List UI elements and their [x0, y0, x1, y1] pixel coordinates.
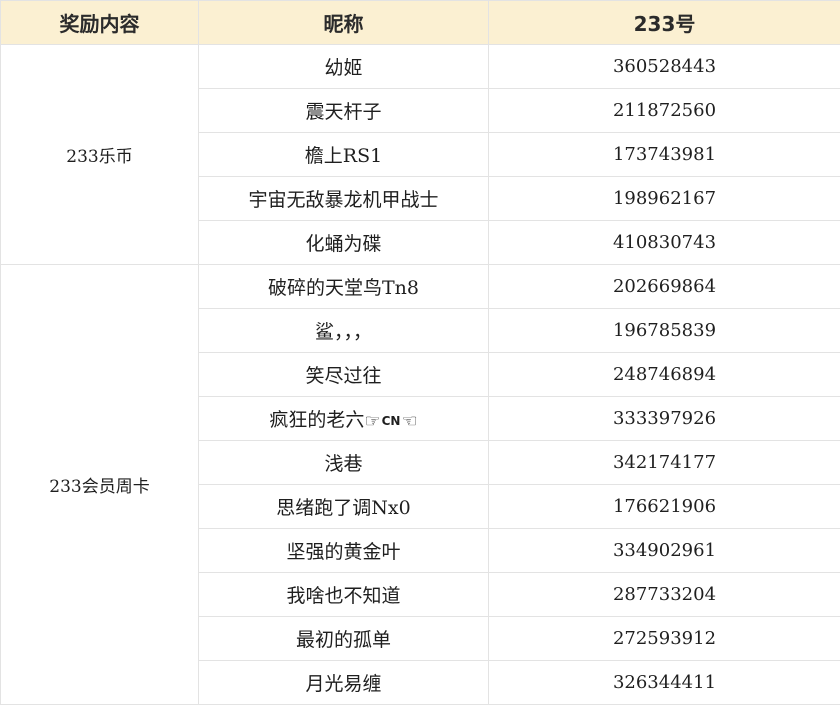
- nickname-cell: 笑尽过往: [198, 352, 489, 397]
- header-row: 奖励内容 昵称 233号: [0, 0, 840, 45]
- uid-cell: 248746894: [488, 352, 840, 397]
- pointing-hand-right-icon: ☞: [364, 410, 381, 432]
- nickname-cell: 浅巷: [198, 440, 489, 485]
- header-uid: 233号: [488, 0, 840, 45]
- uid-cell: 173743981: [488, 132, 840, 177]
- nickname-cell: 幼姬: [198, 44, 489, 89]
- nickname-cell: 化蛹为碟: [198, 220, 489, 265]
- uid-cell: 333397926: [488, 396, 840, 441]
- header-nickname: 昵称: [198, 0, 489, 45]
- nickname-cell: 破碎的天堂鸟Tn8: [198, 264, 489, 309]
- pointing-hand-left-icon: ☜: [401, 410, 418, 432]
- nickname-cell: 月光易缠: [198, 660, 489, 705]
- nickname-cell: 檐上RS1: [198, 132, 489, 177]
- table-row: 233乐币 幼姬 360528443: [0, 44, 840, 265]
- uid-cell: 334902961: [488, 528, 840, 573]
- uid-cell: 342174177: [488, 440, 840, 485]
- uid-cell: 360528443: [488, 44, 840, 89]
- uid-cell: 326344411: [488, 660, 840, 705]
- nickname-cell: 鲨，，，: [198, 308, 489, 353]
- table-row: 233会员周卡 破碎的天堂鸟Tn8 202669864: [0, 264, 840, 705]
- uid-cell: 198962167: [488, 176, 840, 221]
- reward-cell: 233会员周卡: [0, 264, 199, 705]
- uid-cell: 196785839: [488, 308, 840, 353]
- nickname-cell: 宇宙无敌暴龙机甲战士: [198, 176, 489, 221]
- uid-cell: 211872560: [488, 88, 840, 133]
- winners-table: 奖励内容 昵称 233号 233乐币 幼姬 360528443 震天杆子 211…: [0, 0, 840, 705]
- nickname-suffix: CN: [381, 414, 401, 428]
- nickname-text: 疯狂的老六: [269, 409, 365, 431]
- reward-cell: 233乐币: [0, 44, 199, 265]
- nickname-cell: 坚强的黄金叶: [198, 528, 489, 573]
- uid-cell: 287733204: [488, 572, 840, 617]
- nickname-cell: 疯狂的老六☞CN☜: [198, 396, 489, 441]
- nickname-cell: 我啥也不知道: [198, 572, 489, 617]
- uid-cell: 202669864: [488, 264, 840, 309]
- uid-cell: 410830743: [488, 220, 840, 265]
- uid-cell: 272593912: [488, 616, 840, 661]
- nickname-cell: 思绪跑了调Nx0: [198, 484, 489, 529]
- header-reward: 奖励内容: [0, 0, 199, 45]
- nickname-cell: 震天杆子: [198, 88, 489, 133]
- nickname-cell: 最初的孤单: [198, 616, 489, 661]
- uid-cell: 176621906: [488, 484, 840, 529]
